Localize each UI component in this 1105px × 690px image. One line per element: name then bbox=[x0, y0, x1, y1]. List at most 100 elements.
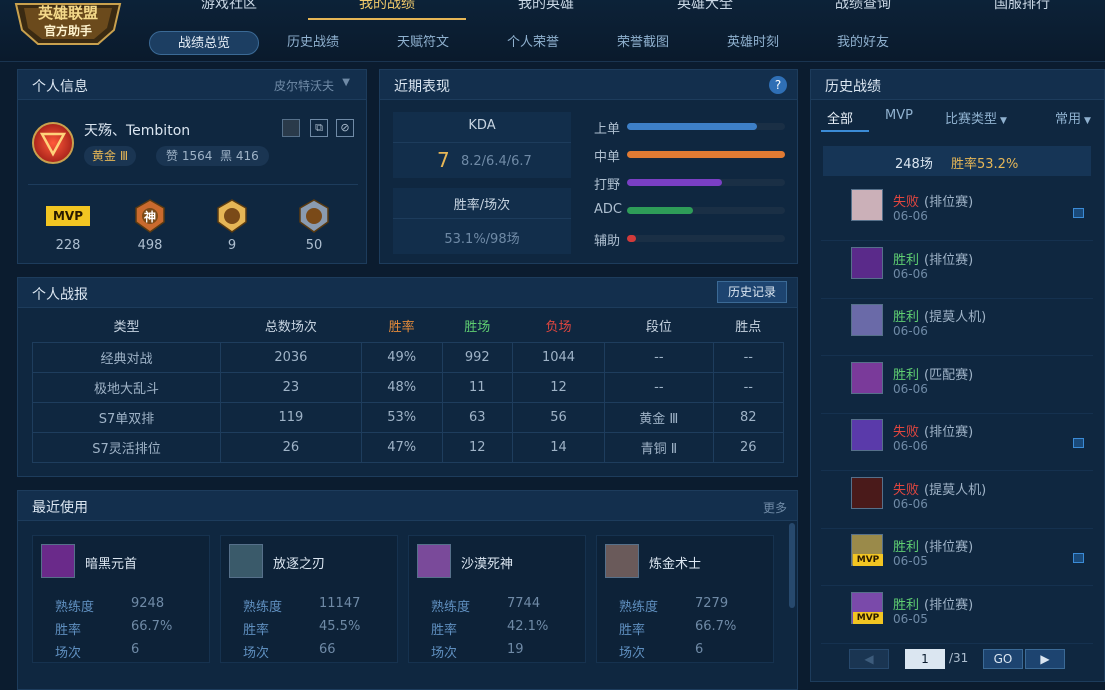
nav-tab[interactable]: 国服排行 bbox=[943, 0, 1101, 20]
match-row[interactable]: 胜利 (提莫人机) 06-06 bbox=[821, 299, 1093, 356]
subnav-tab[interactable]: 英雄时刻 bbox=[698, 31, 808, 55]
table-cell: 56 bbox=[511, 401, 606, 433]
hero-card[interactable]: 炼金术士 熟练度 7279 胜率 66.7% 场次 6 bbox=[596, 535, 774, 663]
champion-portrait bbox=[851, 189, 883, 221]
table-cell: S7灵活排位 bbox=[31, 431, 222, 463]
subnav-tab[interactable]: 荣誉截图 bbox=[588, 31, 698, 55]
report-panel-header: 个人战报 历史记录 bbox=[18, 278, 797, 308]
honor-item[interactable]: 9 bbox=[204, 198, 260, 258]
match-result: 胜利 bbox=[893, 310, 920, 325]
match-row[interactable]: MVP 胜利 (排位赛) 06-05 bbox=[821, 587, 1093, 644]
recently-used-title: 最近使用 bbox=[32, 500, 88, 516]
match-row[interactable]: 失败 (排位赛) 06-06 bbox=[821, 414, 1093, 471]
hero-portrait bbox=[417, 544, 451, 578]
video-icon[interactable] bbox=[1073, 438, 1084, 448]
history-filter-tab[interactable]: 全部 bbox=[827, 108, 853, 127]
match-mode: (排位赛) bbox=[924, 597, 974, 613]
hero-card[interactable]: 暗黑元首 熟练度 9248 胜率 66.7% 场次 6 bbox=[32, 535, 210, 663]
match-row[interactable]: 胜利 (排位赛) 06-06 bbox=[821, 242, 1093, 299]
lane-label: 中单 bbox=[594, 150, 621, 165]
lane-label: ADC bbox=[594, 202, 622, 217]
honor-item[interactable]: 神 498 bbox=[122, 198, 178, 258]
server-selector[interactable]: 皮尔特沃夫 bbox=[274, 77, 334, 94]
honor-item[interactable]: MVP 228 bbox=[40, 198, 96, 258]
history-filter-label: 比赛类型 bbox=[945, 112, 998, 127]
table-cell: 14 bbox=[511, 431, 606, 463]
honor-count: 498 bbox=[137, 238, 163, 253]
table-cell: 11 bbox=[441, 371, 513, 403]
blacks-count: 黑 416 bbox=[220, 149, 259, 163]
history-filter-tab[interactable]: MVP bbox=[885, 108, 913, 123]
mvp-badge-icon: MVP bbox=[853, 554, 883, 566]
lane-bar-track bbox=[627, 151, 785, 158]
scrollbar-thumb[interactable] bbox=[789, 523, 795, 608]
profile-panel-header: 个人信息 皮尔特沃夫 ▼ bbox=[18, 70, 366, 100]
mvp-badge-icon: MVP bbox=[46, 206, 90, 226]
video-icon[interactable] bbox=[1073, 208, 1084, 218]
hero-name: 放逐之刃 bbox=[273, 557, 326, 572]
hero-card[interactable]: 沙漠死神 熟练度 7744 胜率 42.1% 场次 19 bbox=[408, 535, 586, 663]
table-row: S7单双排 119 53% 63 56 黄金 Ⅲ 82 bbox=[31, 401, 785, 433]
honor-label: 神 bbox=[143, 210, 156, 224]
history-record-button[interactable]: 历史记录 bbox=[716, 281, 787, 303]
match-date: 06-06 bbox=[893, 209, 928, 223]
hero-portrait bbox=[229, 544, 263, 578]
next-page-button[interactable]: ▶ bbox=[1025, 649, 1065, 669]
hero-stat-value: 45.5% bbox=[319, 619, 361, 634]
page-input[interactable] bbox=[905, 649, 945, 669]
match-mode: (匹配赛) bbox=[924, 367, 974, 383]
nav-tab[interactable]: 英雄大全 bbox=[626, 0, 784, 20]
honor-medal-icon bbox=[213, 198, 251, 234]
hero-stat-label: 场次 bbox=[55, 646, 82, 661]
hero-stat-value: 6 bbox=[131, 642, 140, 657]
reputation-badge: 赞 1564 黑 416 bbox=[156, 146, 269, 166]
table-row: 极地大乱斗 23 48% 11 12 -- -- bbox=[31, 371, 785, 403]
hero-card[interactable]: 放逐之刃 熟练度 11147 胜率 45.5% 场次 66 bbox=[220, 535, 398, 663]
subnav-tab[interactable]: 我的好友 bbox=[808, 31, 918, 55]
likes-count: 赞 1564 bbox=[166, 149, 213, 163]
subnav-tab[interactable]: 天赋符文 bbox=[368, 31, 478, 55]
history-filter-tab[interactable]: 比赛类型 ▼ bbox=[945, 108, 1007, 127]
video-icon[interactable] bbox=[1073, 553, 1084, 563]
table-cell: 青铜 Ⅱ bbox=[604, 431, 714, 463]
hero-stat-value: 42.1% bbox=[507, 619, 549, 634]
kda-box: KDA 7 8.2/6.4/6.7 bbox=[393, 112, 571, 178]
more-link[interactable]: 更多 bbox=[763, 499, 787, 516]
nav-tab[interactable]: 我的战绩 bbox=[308, 0, 466, 20]
chevron-down-icon[interactable]: ▼ bbox=[342, 77, 350, 88]
match-row[interactable]: 失败 (排位赛) 06-06 bbox=[821, 184, 1093, 241]
prev-page-button[interactable]: ◀ bbox=[849, 649, 889, 669]
champion-portrait bbox=[851, 419, 883, 451]
lane-bar-fill bbox=[627, 151, 785, 158]
hero-stat-value: 7744 bbox=[507, 596, 541, 611]
help-icon[interactable]: ? bbox=[769, 76, 787, 94]
recent-performance-title: 近期表现 bbox=[394, 79, 450, 95]
block-icon[interactable]: ⊘ bbox=[336, 119, 354, 137]
table-cell: 黄金 Ⅲ bbox=[604, 401, 714, 433]
go-button[interactable]: GO bbox=[983, 649, 1023, 669]
match-row[interactable]: MVP 胜利 (排位赛) 06-05 bbox=[821, 529, 1093, 586]
table-cell: 53% bbox=[360, 401, 443, 433]
table-cell: 23 bbox=[220, 371, 362, 403]
subnav-tab[interactable]: 历史战绩 bbox=[258, 31, 368, 55]
report-table: 类型 总数场次 胜率 胜场 负场 段位 胜点 经典对战 2036 49% 992 1044 -- -- 极… bbox=[31, 310, 785, 463]
subnav-tab[interactable]: 个人荣誉 bbox=[478, 31, 588, 55]
nav-tab[interactable]: 战绩查询 bbox=[784, 0, 942, 20]
logo-subtitle: 官方助手 bbox=[43, 24, 92, 38]
summary-games: 248场 bbox=[895, 157, 933, 172]
subnav-tab[interactable]: 战绩总览 bbox=[149, 31, 259, 55]
match-result: 失败 bbox=[893, 482, 920, 498]
kda-value: 7 bbox=[437, 148, 450, 172]
honor-item[interactable]: 50 bbox=[286, 198, 342, 258]
logo-title: 英雄联盟 bbox=[37, 4, 98, 22]
copy-icon[interactable]: ⧉ bbox=[310, 119, 328, 137]
match-row[interactable]: 胜利 (匹配赛) 06-06 bbox=[821, 357, 1093, 414]
match-result: 胜利 bbox=[893, 367, 920, 383]
hero-stat-value: 19 bbox=[507, 642, 524, 657]
match-row[interactable]: 失败 (提莫人机) 06-06 bbox=[821, 472, 1093, 529]
history-filter-tab[interactable]: 常用 ▼ bbox=[1055, 108, 1091, 127]
avatar[interactable] bbox=[32, 122, 74, 164]
nav-tab[interactable]: 游戏社区 bbox=[150, 0, 308, 20]
nav-tab[interactable]: 我的英雄 bbox=[467, 0, 625, 20]
rank-badge: 黄金 Ⅲ bbox=[84, 146, 137, 166]
